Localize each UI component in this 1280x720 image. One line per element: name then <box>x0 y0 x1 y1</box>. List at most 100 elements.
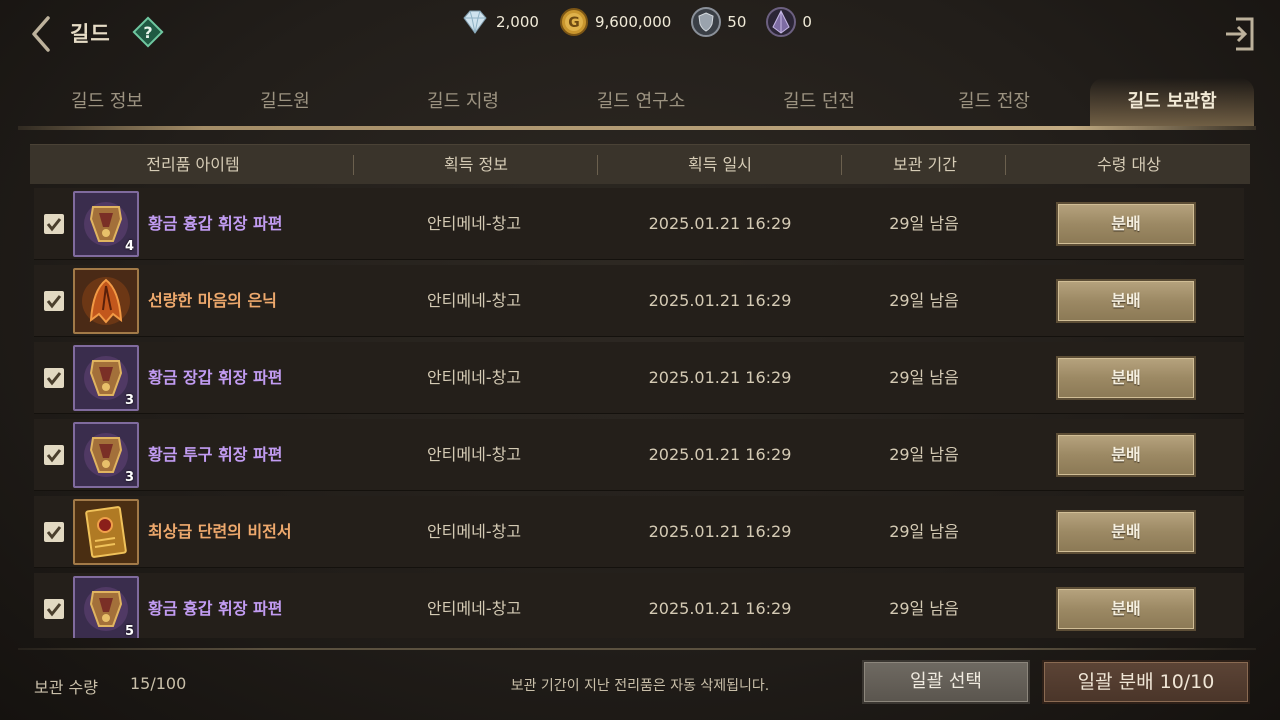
distribute-button[interactable]: 분배 <box>1056 433 1196 477</box>
item-icon[interactable]: 3 <box>73 345 139 411</box>
currency-shield-token[interactable]: 50 <box>689 5 746 39</box>
column-header-date: 획득 일시 <box>688 155 752 174</box>
column-divider <box>1005 155 1006 175</box>
item-source: 안티메네-창고 <box>426 599 522 618</box>
tab-guild-dungeon[interactable]: 길드 던전 <box>730 78 908 126</box>
distribute-button[interactable]: 분배 <box>1056 587 1196 631</box>
row-checkbox[interactable] <box>44 368 64 388</box>
tab-guild-storage[interactable]: 길드 보관함 <box>1090 78 1254 126</box>
item-source: 안티메네-창고 <box>426 291 522 310</box>
column-divider <box>597 155 598 175</box>
back-arrow-icon <box>32 16 50 52</box>
bulk-distribute-button[interactable]: 일괄 분배 10/10 <box>1042 660 1250 704</box>
diamond-icon <box>463 10 487 34</box>
checkmark-icon <box>46 218 62 232</box>
table-row: 4 황금 흉갑 휘장 파편 안티메네-창고 2025.01.21 16:29 2… <box>34 188 1244 260</box>
gold-amount: 9,600,000 <box>594 13 672 31</box>
tab-guild-members[interactable]: 길드원 <box>196 78 374 126</box>
item-date: 2025.01.21 16:29 <box>648 368 792 387</box>
distribute-button[interactable]: 분배 <box>1056 356 1196 400</box>
item-icon[interactable]: 4 <box>73 191 139 257</box>
table-header: 전리품 아이템 획득 정보 획득 일시 보관 기간 수령 대상 <box>30 144 1250 184</box>
checkmark-icon <box>46 295 62 309</box>
table-row: 3 황금 장갑 휘장 파편 안티메네-창고 2025.01.21 16:29 2… <box>34 342 1244 414</box>
item-date: 2025.01.21 16:29 <box>648 214 792 233</box>
checkmark-icon <box>46 449 62 463</box>
tab-divider <box>18 126 1256 130</box>
crystal-icon <box>766 7 797 37</box>
currency-diamond[interactable]: 2,000 <box>458 5 539 39</box>
checkmark-icon <box>46 603 62 617</box>
item-remaining: 29일 남음 <box>889 445 959 464</box>
distribute-button[interactable]: 분배 <box>1056 279 1196 323</box>
tab-guild-research[interactable]: 길드 연구소 <box>552 78 730 126</box>
item-date: 2025.01.21 16:29 <box>648 599 792 618</box>
item-date: 2025.01.21 16:29 <box>648 445 792 464</box>
item-name: 황금 장갑 휘장 파편 <box>148 368 283 387</box>
shield-token-icon <box>691 7 722 37</box>
item-remaining: 29일 남음 <box>889 291 959 310</box>
row-checkbox[interactable] <box>44 445 64 465</box>
item-remaining: 29일 남음 <box>889 214 959 233</box>
item-source: 안티메네-창고 <box>426 214 522 233</box>
exit-button[interactable] <box>1222 14 1258 54</box>
item-remaining: 29일 남음 <box>889 599 959 618</box>
crystal-amount: 0 <box>802 13 812 31</box>
guild-tabs: 길드 정보 길드원 길드 지령 길드 연구소 길드 던전 길드 전장 길드 보관… <box>18 78 1262 130</box>
auto-delete-notice: 보관 기간이 지난 전리품은 자동 삭제됩니다. <box>510 678 770 694</box>
currency-gold[interactable]: G 9,600,000 <box>557 5 671 39</box>
item-icon[interactable]: 3 <box>73 422 139 488</box>
checkmark-icon <box>46 372 62 386</box>
svg-text:?: ? <box>143 23 152 42</box>
back-button[interactable] <box>28 12 60 56</box>
tab-guild-battlefield[interactable]: 길드 전장 <box>908 78 1080 126</box>
tab-guild-info[interactable]: 길드 정보 <box>18 78 196 126</box>
page-title: 길드 <box>70 22 111 46</box>
item-date: 2025.01.21 16:29 <box>648 291 792 310</box>
table-row: 선량한 마음의 은닉 안티메네-창고 2025.01.21 16:29 29일 … <box>34 265 1244 337</box>
loot-table: 전리품 아이템 획득 정보 획득 일시 보관 기간 수령 대상 4 황금 흉갑 … <box>30 144 1250 638</box>
help-button[interactable]: ? <box>132 16 164 48</box>
distribute-button[interactable]: 분배 <box>1056 510 1196 554</box>
row-checkbox[interactable] <box>44 291 64 311</box>
item-remaining: 29일 남음 <box>889 522 959 541</box>
item-name: 황금 투구 휘장 파편 <box>148 445 283 464</box>
storage-label: 보관 수량 <box>34 678 98 697</box>
svg-text:G: G <box>568 15 580 31</box>
item-date: 2025.01.21 16:29 <box>648 522 792 541</box>
column-header-period: 보관 기간 <box>893 155 957 174</box>
item-quantity: 4 <box>124 239 134 254</box>
item-icon[interactable] <box>73 268 139 334</box>
item-name: 황금 흉갑 휘장 파편 <box>148 214 283 233</box>
column-header-recipient: 수령 대상 <box>1097 155 1161 174</box>
item-remaining: 29일 남음 <box>889 368 959 387</box>
tome-icon <box>75 501 137 563</box>
row-checkbox[interactable] <box>44 214 64 234</box>
row-checkbox[interactable] <box>44 599 64 619</box>
currency-crystal[interactable]: 0 <box>764 5 812 39</box>
item-icon[interactable]: 5 <box>73 576 139 638</box>
top-bar: 길드 ? 2,000 G 9,600,000 50 0 <box>0 0 1280 66</box>
column-header-item: 전리품 아이템 <box>146 155 240 174</box>
item-quantity: 3 <box>124 470 134 485</box>
tab-guild-orders[interactable]: 길드 지령 <box>374 78 552 126</box>
row-checkbox[interactable] <box>44 522 64 542</box>
distribute-button[interactable]: 분배 <box>1056 202 1196 246</box>
exit-icon <box>1226 17 1254 51</box>
table-row: 최상급 단련의 비전서 안티메네-창고 2025.01.21 16:29 29일… <box>34 496 1244 568</box>
column-divider <box>353 155 354 175</box>
item-name: 선량한 마음의 은닉 <box>148 291 277 310</box>
bulk-select-button[interactable]: 일괄 선택 <box>862 660 1030 704</box>
item-name: 황금 흉갑 휘장 파편 <box>148 599 283 618</box>
item-icon[interactable] <box>73 499 139 565</box>
item-source: 안티메네-창고 <box>426 445 522 464</box>
table-body: 4 황금 흉갑 휘장 파편 안티메네-창고 2025.01.21 16:29 2… <box>34 188 1244 638</box>
item-source: 안티메네-창고 <box>426 368 522 387</box>
checkmark-icon <box>46 526 62 540</box>
footer-divider <box>18 648 1256 650</box>
table-row: 5 황금 흉갑 휘장 파편 안티메네-창고 2025.01.21 16:29 2… <box>34 573 1244 638</box>
cloak-icon <box>75 270 137 332</box>
storage-count: 15/100 <box>130 674 187 693</box>
diamond-amount: 2,000 <box>496 13 539 31</box>
shield-token-amount: 50 <box>727 13 747 31</box>
